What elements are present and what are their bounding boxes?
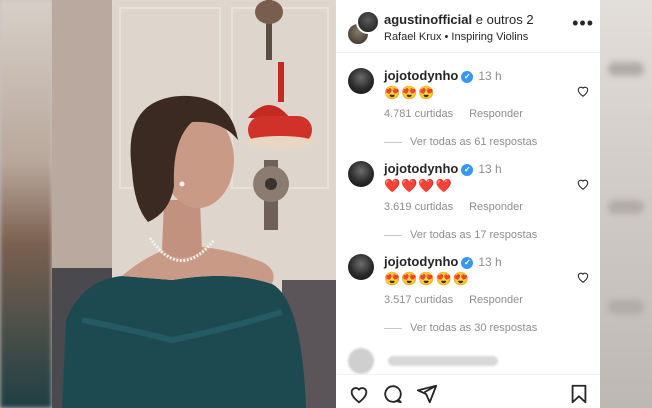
comment-username[interactable]: jojotodynho	[384, 161, 458, 176]
view-replies-link[interactable]: Ver todas as 30 respostas	[384, 322, 538, 334]
comment-meta: 3.619 curtidas Responder	[384, 201, 523, 213]
comment-username[interactable]: jojotodynho	[384, 254, 458, 269]
reply-button[interactable]: Responder	[469, 294, 523, 306]
comment-text: 😍😍😍	[384, 85, 436, 100]
verified-badge-icon: ✓	[461, 164, 474, 176]
avatar[interactable]	[348, 68, 374, 94]
comment-author: jojotodynho ✓ 13 h	[384, 161, 502, 176]
woman-portrait-image	[52, 0, 336, 408]
post-side-panel: agustinofficial e outros 2 Rafael Krux •…	[336, 0, 600, 408]
reply-button[interactable]: Responder	[469, 201, 523, 213]
audio-label[interactable]: Rafael Krux • Inspiring Violins	[384, 31, 528, 43]
comment: jojotodynho ✓ 13 h 😍😍😍 4.781 curtidas Respo…	[336, 66, 600, 160]
view-replies-link[interactable]: Ver todas as 61 respostas	[384, 136, 538, 148]
view-replies-label: Ver todas as 30 respostas	[410, 322, 538, 334]
comment-likes[interactable]: 3.517 curtidas	[384, 294, 453, 306]
comment-icon[interactable]	[382, 383, 404, 405]
comment-time: 13 h	[478, 162, 502, 176]
comment: jojotodynho ✓ 13 h ❤️❤️❤️❤️ 3.619 curtidas…	[336, 159, 600, 253]
comment-meta: 3.517 curtidas Responder	[384, 294, 523, 306]
view-replies-label: Ver todas as 61 respostas	[410, 136, 538, 148]
comment-partial	[348, 348, 588, 374]
avatar[interactable]	[348, 254, 374, 280]
post-action-bar	[336, 374, 600, 408]
view-replies-label: Ver todas as 17 respostas	[410, 229, 538, 241]
heart-icon[interactable]	[348, 383, 370, 405]
share-icon[interactable]	[416, 383, 438, 405]
comment-username[interactable]: jojotodynho	[384, 68, 458, 83]
heart-icon[interactable]	[576, 270, 590, 284]
comment: jojotodynho ✓ 13 h 😍😍😍😍😍 3.517 curtidas Res…	[336, 252, 600, 346]
blurred-background-right	[600, 0, 652, 408]
comment-author: jojotodynho ✓ 13 h	[384, 254, 502, 269]
heart-icon[interactable]	[576, 84, 590, 98]
comment-author: jojotodynho ✓ 13 h	[384, 68, 502, 83]
comment-likes[interactable]: 3.619 curtidas	[384, 201, 453, 213]
collab-avatars[interactable]	[346, 10, 380, 46]
comment-text: ❤️❤️❤️❤️	[384, 178, 453, 193]
author-username[interactable]: agustinofficial	[384, 12, 472, 27]
heart-icon[interactable]	[576, 177, 590, 191]
reply-button[interactable]: Responder	[469, 108, 523, 120]
more-horizontal-icon[interactable]: •••	[572, 14, 594, 32]
comment-text: 😍😍😍😍😍	[384, 271, 470, 286]
comment-time: 13 h	[478, 255, 502, 269]
post-author: agustinofficial e outros 2	[384, 12, 534, 27]
comment-time: 13 h	[478, 69, 502, 83]
comment-likes[interactable]: 4.781 curtidas	[384, 108, 453, 120]
bookmark-icon[interactable]	[568, 383, 590, 405]
avatar	[356, 10, 380, 34]
view-replies-link[interactable]: Ver todas as 17 respostas	[384, 229, 538, 241]
verified-badge-icon: ✓	[461, 71, 474, 83]
collab-suffix[interactable]: e outros 2	[476, 12, 534, 27]
blurred-text	[388, 356, 498, 366]
comment-meta: 4.781 curtidas Responder	[384, 108, 523, 120]
post-header: agustinofficial e outros 2 Rafael Krux •…	[336, 0, 600, 53]
avatar	[348, 348, 374, 374]
verified-badge-icon: ✓	[461, 257, 474, 269]
post-photo[interactable]	[52, 0, 336, 408]
blurred-background-left	[0, 0, 52, 408]
avatar[interactable]	[348, 161, 374, 187]
